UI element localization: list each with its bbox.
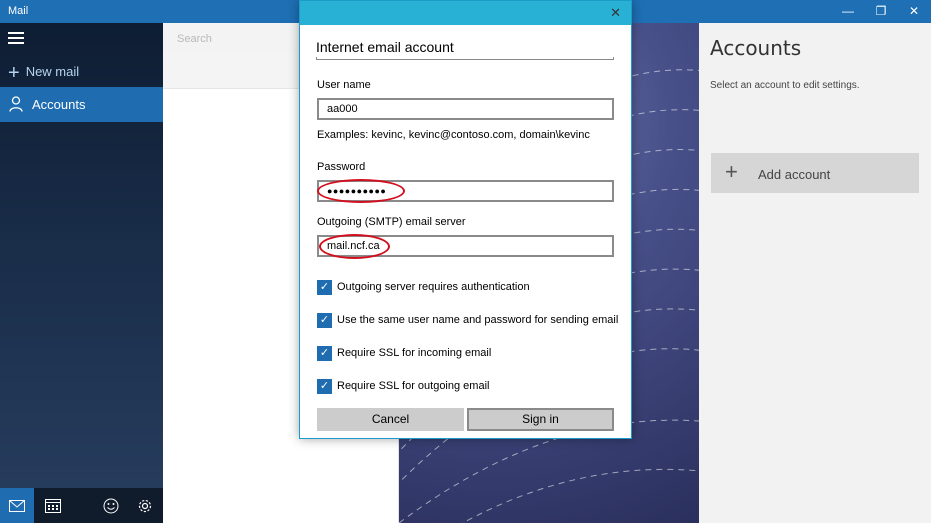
accounts-pane: Accounts Select an account to edit setti…: [699, 23, 931, 523]
plus-icon: +: [725, 159, 738, 184]
close-icon[interactable]: ✕: [610, 5, 621, 21]
dialog-title: Internet email account: [316, 39, 454, 55]
checkbox-label: Require SSL for incoming email: [337, 347, 492, 359]
checkmark-icon: ✓: [317, 379, 332, 394]
username-field[interactable]: aa000: [317, 98, 614, 120]
accounts-subtitle: Select an account to edit settings.: [710, 80, 860, 91]
sign-in-button[interactable]: Sign in: [467, 408, 614, 431]
internet-email-account-dialog: ✕ Internet email account User name aa000…: [299, 0, 632, 439]
cancel-button[interactable]: Cancel: [317, 408, 464, 431]
add-account-label: Add account: [758, 167, 831, 182]
plus-icon: +: [8, 62, 20, 84]
checkbox-label: Outgoing server requires authentication: [337, 281, 530, 293]
nav-item-accounts[interactable]: Accounts: [0, 87, 163, 122]
checkmark-icon: ✓: [317, 280, 332, 295]
person-icon: [9, 96, 23, 112]
dialog-header-bar: ✕: [300, 1, 631, 25]
bottom-bar: [0, 488, 163, 523]
dialog-title-underline: [316, 57, 614, 60]
calendar-icon[interactable]: [36, 488, 70, 523]
password-highlight-ellipse: [317, 179, 405, 203]
checkmark-icon: ✓: [317, 313, 332, 328]
checkbox-label: Use the same user name and password for …: [337, 314, 619, 326]
password-label: Password: [317, 161, 366, 173]
smiley-icon[interactable]: [94, 488, 128, 523]
checkmark-icon: ✓: [317, 346, 332, 361]
restore-button[interactable]: ❐: [864, 0, 898, 23]
hamburger-icon[interactable]: [8, 32, 24, 44]
left-nav: + New mail Accounts: [0, 23, 163, 488]
gear-icon[interactable]: [128, 488, 162, 523]
add-account-button[interactable]: + Add account: [711, 153, 919, 193]
new-mail-label: New mail: [25, 64, 80, 79]
minimize-button[interactable]: —: [831, 0, 865, 23]
new-mail-button[interactable]: + New mail: [8, 62, 79, 85]
accounts-title: Accounts: [710, 36, 802, 60]
username-value: aa000: [327, 103, 358, 115]
username-label: User name: [317, 79, 371, 91]
mail-icon[interactable]: [0, 488, 34, 523]
search-placeholder: Search: [177, 33, 212, 45]
checkbox-label: Require SSL for outgoing email: [337, 380, 490, 392]
app-title: Mail: [8, 5, 29, 17]
nav-accounts-label: Accounts: [32, 97, 86, 112]
smtp-label: Outgoing (SMTP) email server: [317, 216, 466, 228]
close-window-button[interactable]: ✕: [897, 0, 931, 23]
username-hint: Examples: kevinc, kevinc@contoso.com, do…: [317, 129, 590, 141]
smtp-highlight-ellipse: [319, 234, 390, 259]
